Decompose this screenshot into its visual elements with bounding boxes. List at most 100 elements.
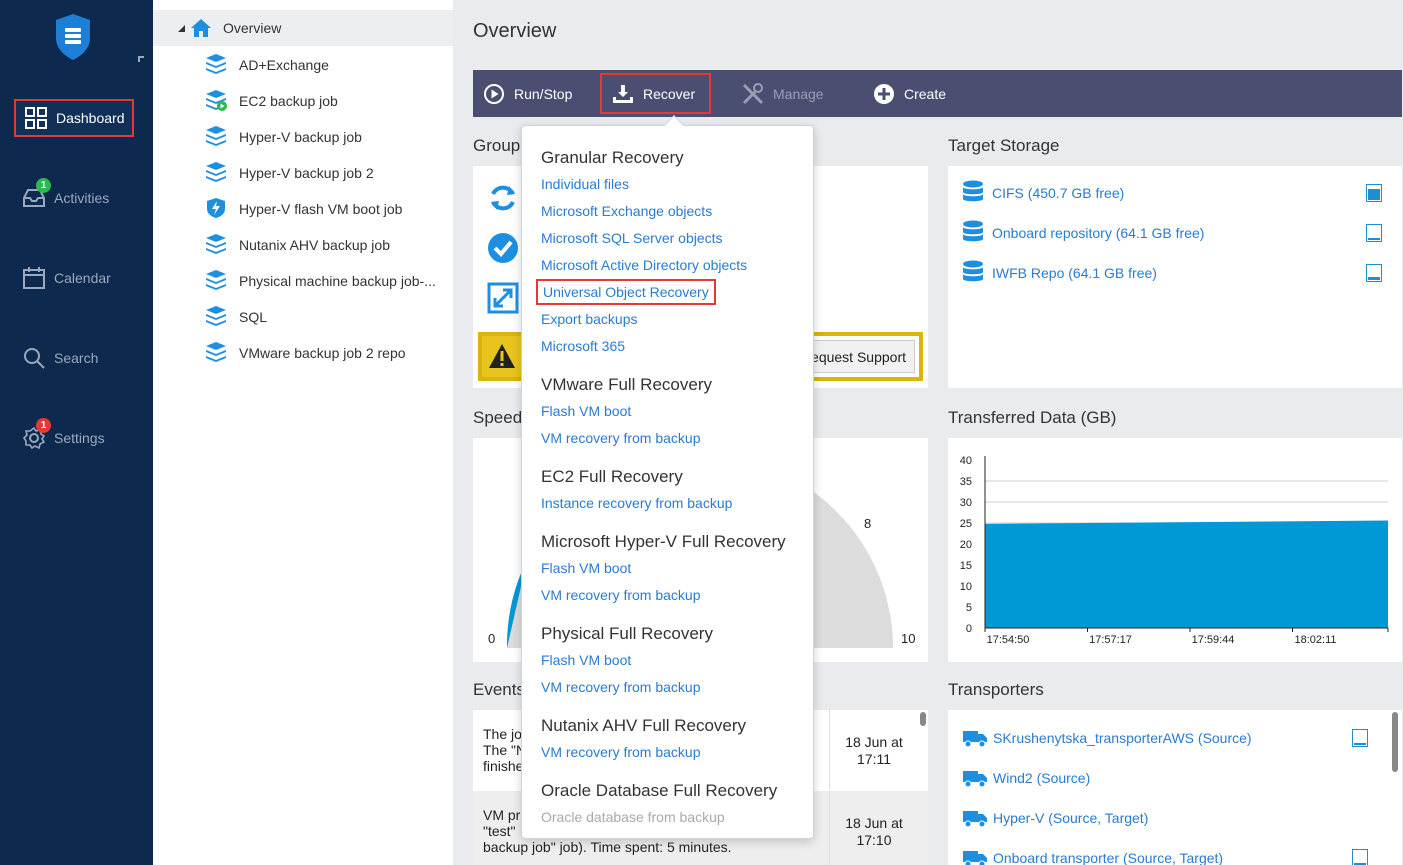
menu-item[interactable]: Export backups <box>541 311 638 327</box>
storage-link[interactable]: IWFB Repo (64.1 GB free) <box>992 265 1157 281</box>
area-series <box>985 520 1388 628</box>
storage-usage-meter <box>1366 224 1382 242</box>
menu-item[interactable]: Microsoft SQL Server objects <box>541 230 723 246</box>
transporter-link[interactable]: Hyper-V (Source, Target) <box>993 810 1148 826</box>
y-tick-label: 40 <box>960 455 972 467</box>
run-stop-button[interactable]: Run/Stop <box>483 70 572 117</box>
play-circle-icon <box>484 83 504 104</box>
app-logo-icon[interactable] <box>53 12 93 62</box>
menu-item[interactable]: VM recovery from backup <box>541 679 701 695</box>
menu-item[interactable]: Microsoft Active Directory objects <box>541 257 747 273</box>
tree-item-overview[interactable]: Overview <box>153 10 453 46</box>
tree-item-job[interactable]: Physical machine backup job-... <box>153 263 453 299</box>
storage-item[interactable]: CIFS (450.7 GB free) <box>962 180 1392 206</box>
menu-item[interactable]: Microsoft Exchange objects <box>541 203 712 219</box>
menu-section-heading: Physical Full Recovery <box>541 624 713 643</box>
nav-dashboard[interactable]: Dashboard <box>14 99 134 137</box>
tree-item-job[interactable]: Hyper-V flash VM boot job <box>153 191 453 227</box>
transporter-link[interactable]: SKrushenytska_transporterAWS (Source) <box>993 730 1252 746</box>
recover-label: Recover <box>643 85 696 102</box>
tree-item-job[interactable]: Nutanix AHV backup job <box>153 227 453 263</box>
event-line: The "N <box>483 742 527 758</box>
request-support-button[interactable]: equest Support <box>802 340 915 373</box>
inbox-icon: 1 <box>22 178 51 210</box>
transporter-item[interactable]: Onboard transporter (Source, Target) <box>962 845 1392 865</box>
home-icon <box>191 19 211 37</box>
menu-item[interactable]: Individual files <box>541 176 629 192</box>
menu-item[interactable]: Instance recovery from backup <box>541 495 732 511</box>
menu-item[interactable]: Flash VM boot <box>541 652 631 668</box>
tree-item-label: Hyper-V backup job <box>239 129 362 145</box>
expand-icon <box>487 282 519 314</box>
database-icon <box>962 260 984 286</box>
menu-section-heading: Granular Recovery <box>541 148 684 167</box>
job-tree-panel: Overview AD+Exchange EC2 backup job Hyper-… <box>153 0 453 865</box>
storage-section-title: Target Storage <box>948 136 1060 155</box>
menu-item[interactable]: Universal Object Recovery <box>536 279 716 305</box>
y-tick-label: 15 <box>960 560 972 572</box>
transporter-link[interactable]: Onboard transporter (Source, Target) <box>993 850 1223 865</box>
left-nav-rail: Dashboard 1 Activities Calendar Search 1… <box>0 0 153 865</box>
event-line: The jo <box>483 726 522 742</box>
menu-item[interactable]: Microsoft 365 <box>541 338 625 354</box>
storage-item[interactable]: IWFB Repo (64.1 GB free) <box>962 260 1392 286</box>
nav-activities[interactable]: 1 Activities <box>14 178 134 217</box>
collapse-nav-icon[interactable] <box>138 56 144 62</box>
event-timestamp: 18 Jun at 17:11 <box>829 734 919 768</box>
tree-item-label: Hyper-V flash VM boot job <box>239 201 403 217</box>
database-stack-icon <box>205 125 227 147</box>
events-scrollbar[interactable] <box>920 712 926 726</box>
tree-item-job[interactable]: AD+Exchange <box>153 47 453 83</box>
tree-item-job[interactable]: SQL <box>153 299 453 335</box>
tree-item-job[interactable]: Hyper-V backup job <box>153 119 453 155</box>
page-title: Overview <box>473 20 557 42</box>
download-icon <box>613 84 633 103</box>
transporter-load-fill <box>1354 743 1366 745</box>
tree-item-job[interactable]: Hyper-V backup job 2 <box>153 155 453 191</box>
create-button[interactable]: Create <box>873 70 946 117</box>
recover-button[interactable]: Recover <box>600 73 712 114</box>
transporter-item[interactable]: Hyper-V (Source, Target) <box>962 805 1392 831</box>
menu-item[interactable]: VM recovery from backup <box>541 744 701 760</box>
nav-calendar[interactable]: Calendar <box>14 259 134 297</box>
storage-usage-meter <box>1366 264 1382 282</box>
storage-link[interactable]: Onboard repository (64.1 GB free) <box>992 225 1204 241</box>
menu-section-heading: VMware Full Recovery <box>541 375 712 394</box>
menu-item[interactable]: VM recovery from backup <box>541 430 701 446</box>
menu-item[interactable]: Flash VM boot <box>541 403 631 419</box>
storage-item[interactable]: Onboard repository (64.1 GB free) <box>962 220 1392 246</box>
nav-search[interactable]: Search <box>14 339 134 377</box>
event-line: backup job" job). Time spent: 5 minutes. <box>483 839 732 855</box>
nav-settings[interactable]: 1 Settings <box>14 418 134 457</box>
storage-link[interactable]: CIFS (450.7 GB free) <box>992 185 1124 201</box>
caret-down-icon[interactable] <box>178 25 185 32</box>
tree-item-label: Physical machine backup job-... <box>239 273 436 289</box>
database-icon <box>962 220 984 246</box>
tree-item-label: EC2 backup job <box>239 93 338 109</box>
event-date: 18 Jun at <box>845 734 903 750</box>
truck-icon <box>962 768 988 788</box>
transporter-link[interactable]: Wind2 (Source) <box>993 770 1090 786</box>
event-line: finishe <box>483 758 524 774</box>
menu-item[interactable]: Flash VM boot <box>541 560 631 576</box>
truck-icon <box>962 728 988 748</box>
tree-item-job[interactable]: EC2 backup job <box>153 83 453 119</box>
truck-icon <box>962 808 988 828</box>
database-icon <box>962 180 984 206</box>
transporter-item[interactable]: SKrushenytska_transporterAWS (Source) <box>962 725 1392 751</box>
y-tick-label: 0 <box>966 623 972 635</box>
database-stack-icon <box>205 161 227 183</box>
menu-item[interactable]: VM recovery from backup <box>541 587 701 603</box>
menu-item[interactable]: Oracle database from backup <box>541 809 725 825</box>
tree-item-label: AD+Exchange <box>239 57 329 73</box>
transferred-data-chart: 0 5 10 15 20 25 30 35 40 17:54:50 17:57:17 17:59:44… <box>960 455 1389 646</box>
transporters-scrollbar[interactable] <box>1392 712 1398 772</box>
dashboard-grid-icon <box>25 107 47 129</box>
event-time: 17:10 <box>856 832 892 848</box>
tree-item-job[interactable]: VMware backup job 2 repo <box>153 335 453 371</box>
action-toolbar: Run/Stop Recover Manage Create <box>473 70 1402 117</box>
gear-icon: 1 <box>22 418 51 450</box>
transporter-item[interactable]: Wind2 (Source) <box>962 765 1392 791</box>
search-icon <box>24 348 45 369</box>
manage-button[interactable]: Manage <box>741 70 824 117</box>
